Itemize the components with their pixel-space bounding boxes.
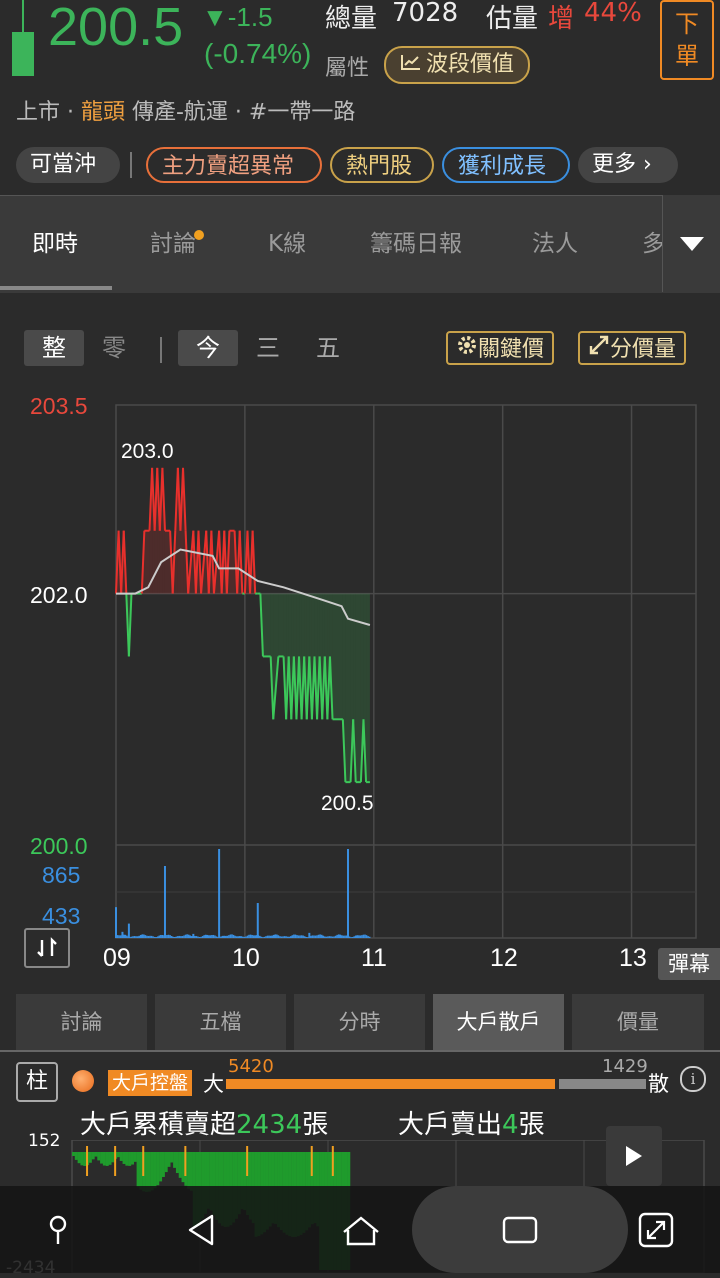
play-icon	[626, 1146, 642, 1166]
price-area	[262, 593, 271, 657]
bs-sell-bar	[133, 1152, 137, 1162]
x-tick-11: 11	[361, 944, 387, 972]
price-area	[345, 593, 351, 783]
info-icon[interactable]: i	[680, 1066, 706, 1092]
bs-sell-bar	[88, 1152, 92, 1163]
status-orb-icon	[72, 1070, 94, 1092]
intraday-chart[interactable]	[0, 0, 720, 990]
bs-buy-marker	[142, 1146, 145, 1176]
bs-sell-bar	[105, 1152, 109, 1166]
location-icon[interactable]	[40, 1212, 76, 1248]
bs-sell-bar	[97, 1152, 101, 1161]
bs-sell-bar	[100, 1152, 104, 1164]
bs-sell-bar	[80, 1152, 84, 1166]
small-ratio-fill	[559, 1079, 646, 1089]
bs-sell-bar	[139, 1152, 143, 1190]
bs-sell-bar	[74, 1152, 78, 1160]
tab-divider-line	[0, 1050, 720, 1052]
bs-sell-bar	[189, 1152, 193, 1191]
big-small-ratio-bar	[226, 1079, 646, 1089]
summary-prefix: 大戶累積賣超	[80, 1110, 237, 1140]
bs-sell-bar	[77, 1152, 81, 1164]
recent-apps-button[interactable]	[412, 1186, 628, 1273]
control-status-badge: 大戶控盤	[108, 1070, 193, 1096]
x-tick-12: 12	[490, 944, 518, 972]
price-area	[332, 593, 343, 720]
price-area	[366, 593, 370, 783]
bs-sell-bar	[173, 1152, 177, 1168]
bs-sell-bar	[156, 1152, 160, 1186]
bs-sell-bar	[125, 1152, 129, 1166]
price-area	[229, 530, 235, 594]
bottom-tab-price-volume[interactable]: 價量	[572, 994, 704, 1050]
bs-sell-bar	[150, 1152, 154, 1191]
bs-sell-bar	[161, 1152, 165, 1177]
big-label: 大	[203, 1072, 224, 1096]
bs-sell-bar	[164, 1152, 168, 1173]
recent-apps-icon	[502, 1216, 538, 1244]
bottom-tab-big-small[interactable]: 大戶散戶	[433, 994, 564, 1050]
bs-buy-marker	[114, 1146, 117, 1176]
bs-sell-bar	[175, 1152, 179, 1174]
expand-icon[interactable]	[636, 1210, 676, 1250]
big-value: 5420	[228, 1056, 274, 1077]
price-area	[278, 593, 284, 657]
bs-sell-bar	[153, 1152, 157, 1189]
bs-sell-bar	[116, 1152, 120, 1158]
bs-sell-bar	[108, 1152, 112, 1165]
bs-sell-bar	[136, 1152, 140, 1188]
bs-sell-bar	[159, 1152, 163, 1182]
summary-value: 2434	[236, 1110, 303, 1140]
bs-buy-marker	[310, 1146, 313, 1176]
summary-line: 大戶累積賣超2434張	[80, 1104, 328, 1141]
sell-value: 4	[502, 1110, 519, 1140]
bs-sell-bar	[111, 1152, 115, 1163]
bs-sell-bar	[167, 1152, 171, 1167]
low-price-label: 200.5	[321, 792, 374, 815]
danmaku-button[interactable]: 彈幕	[658, 948, 720, 980]
sell-prefix: 大戶賣出	[398, 1110, 503, 1140]
bs-sell-bar	[170, 1152, 174, 1163]
bs-sell-bar	[187, 1152, 191, 1189]
swap-icon	[37, 937, 57, 957]
bs-sell-bar	[181, 1152, 185, 1183]
bs-sell-bar	[128, 1152, 132, 1166]
home-icon[interactable]	[336, 1210, 386, 1250]
sell-line: 大戶賣出4張	[398, 1104, 545, 1141]
price-area	[164, 530, 171, 594]
system-nav-bar	[0, 1186, 720, 1273]
bs-sell-bar	[72, 1152, 75, 1156]
chart-frame	[115, 404, 697, 939]
bottom-tab-time-share[interactable]: 分時	[294, 994, 425, 1050]
x-tick-09: 09	[103, 944, 131, 972]
summary-unit: 張	[302, 1110, 329, 1140]
bs-sell-bar	[83, 1152, 87, 1166]
bs-buy-marker	[246, 1146, 249, 1176]
high-price-label: 203.0	[121, 440, 174, 463]
x-tick-13: 13	[619, 944, 647, 972]
chart-style-button[interactable]: 柱	[16, 1062, 58, 1102]
bottom-tab-five-levels[interactable]: 五檔	[155, 994, 286, 1050]
bs-sell-bar	[91, 1152, 95, 1160]
bs-sell-bar	[119, 1152, 123, 1161]
bs-sell-bar	[102, 1152, 106, 1166]
bs-sell-bar	[94, 1152, 98, 1157]
back-icon[interactable]	[180, 1210, 224, 1250]
sell-unit: 張	[518, 1110, 545, 1140]
bs-buy-marker	[86, 1146, 89, 1176]
small-value: 1429	[602, 1056, 648, 1077]
small-label: 散	[648, 1072, 669, 1096]
x-tick-10: 10	[232, 944, 260, 972]
big-ratio-fill	[226, 1079, 555, 1089]
bs-sell-bar	[130, 1152, 134, 1165]
bottom-tab-discussion[interactable]: 討論	[16, 994, 147, 1050]
bs-sell-bar	[122, 1152, 126, 1164]
play-button[interactable]	[606, 1126, 662, 1186]
bs-sell-bar	[178, 1152, 182, 1178]
bs-buy-marker	[331, 1146, 334, 1176]
bs-buy-marker	[184, 1146, 187, 1176]
chart-toggle-button[interactable]	[24, 928, 70, 968]
